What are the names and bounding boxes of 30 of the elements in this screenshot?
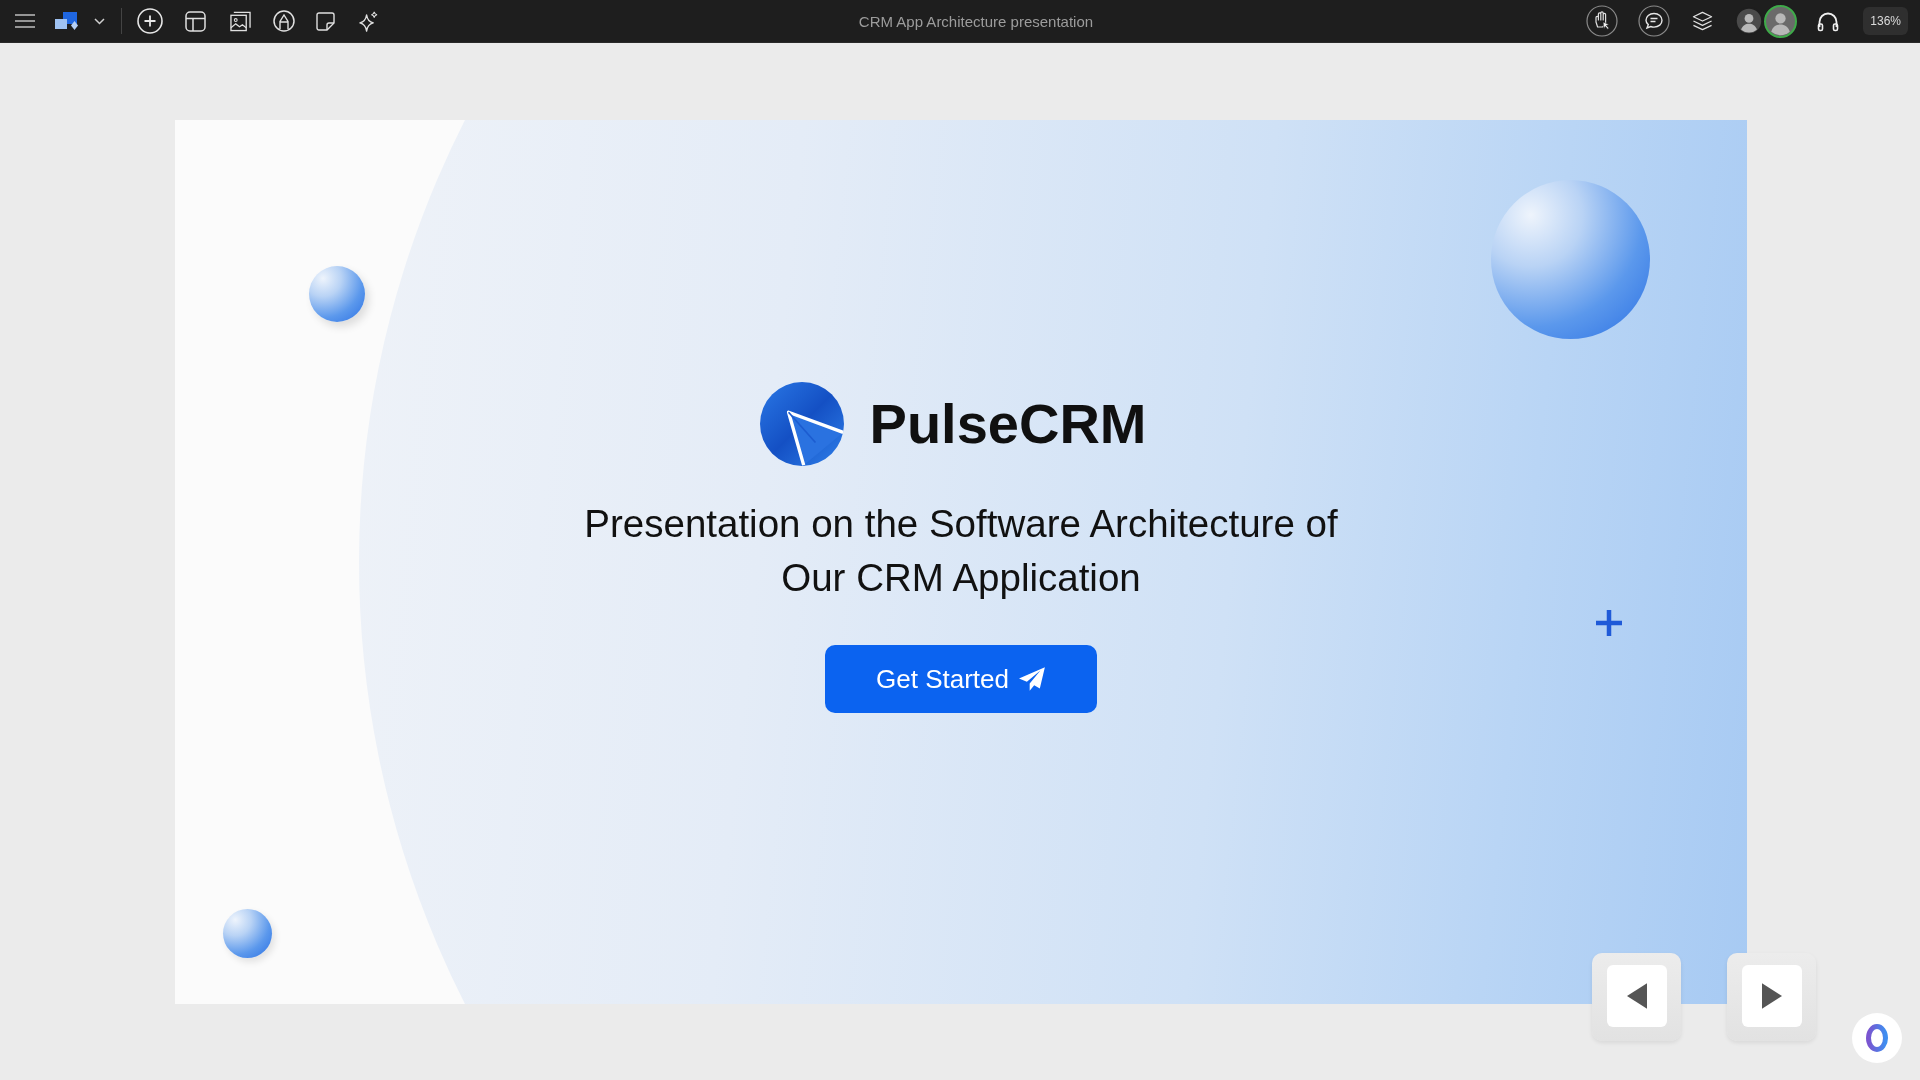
zoom-level[interactable]: 136% (1863, 7, 1908, 35)
sticky-note-icon[interactable] (316, 11, 335, 31)
shapes-icon[interactable] (55, 11, 80, 31)
triangle-left-icon (1626, 983, 1647, 1009)
sphere (309, 266, 365, 322)
avatar[interactable] (1735, 7, 1764, 35)
triangle-right-icon (1761, 983, 1782, 1009)
pen-icon[interactable] (273, 10, 295, 32)
headphones-icon[interactable] (1817, 10, 1840, 32)
chat-icon[interactable] (1638, 5, 1671, 37)
avatar[interactable] (1764, 4, 1798, 38)
paper-plane-icon (1019, 666, 1046, 692)
sphere (223, 909, 272, 958)
previous-slide-button[interactable] (1592, 953, 1681, 1041)
menu-icon[interactable] (15, 14, 35, 28)
chevron-down-icon[interactable] (94, 17, 105, 25)
get-started-button[interactable]: Get Started (825, 645, 1097, 713)
logo-icon (759, 382, 844, 466)
brand-name: PulseCRM (869, 391, 1147, 457)
slide-subtitle: Presentation on the Software Architecture of Our CRM Application (584, 501, 1338, 601)
ring-icon[interactable] (1852, 1013, 1902, 1063)
document-title: CRM App Architecture presentation (858, 12, 1094, 30)
sparkle-icon[interactable] (358, 10, 379, 32)
image-icon[interactable] (230, 10, 251, 32)
next-slide-button[interactable] (1727, 953, 1816, 1041)
hand-cursor-icon[interactable] (1586, 5, 1619, 37)
layers-icon[interactable] (1692, 10, 1714, 32)
add-icon[interactable] (137, 8, 163, 34)
plus-icon (1594, 608, 1624, 638)
layout-icon[interactable] (185, 10, 206, 32)
